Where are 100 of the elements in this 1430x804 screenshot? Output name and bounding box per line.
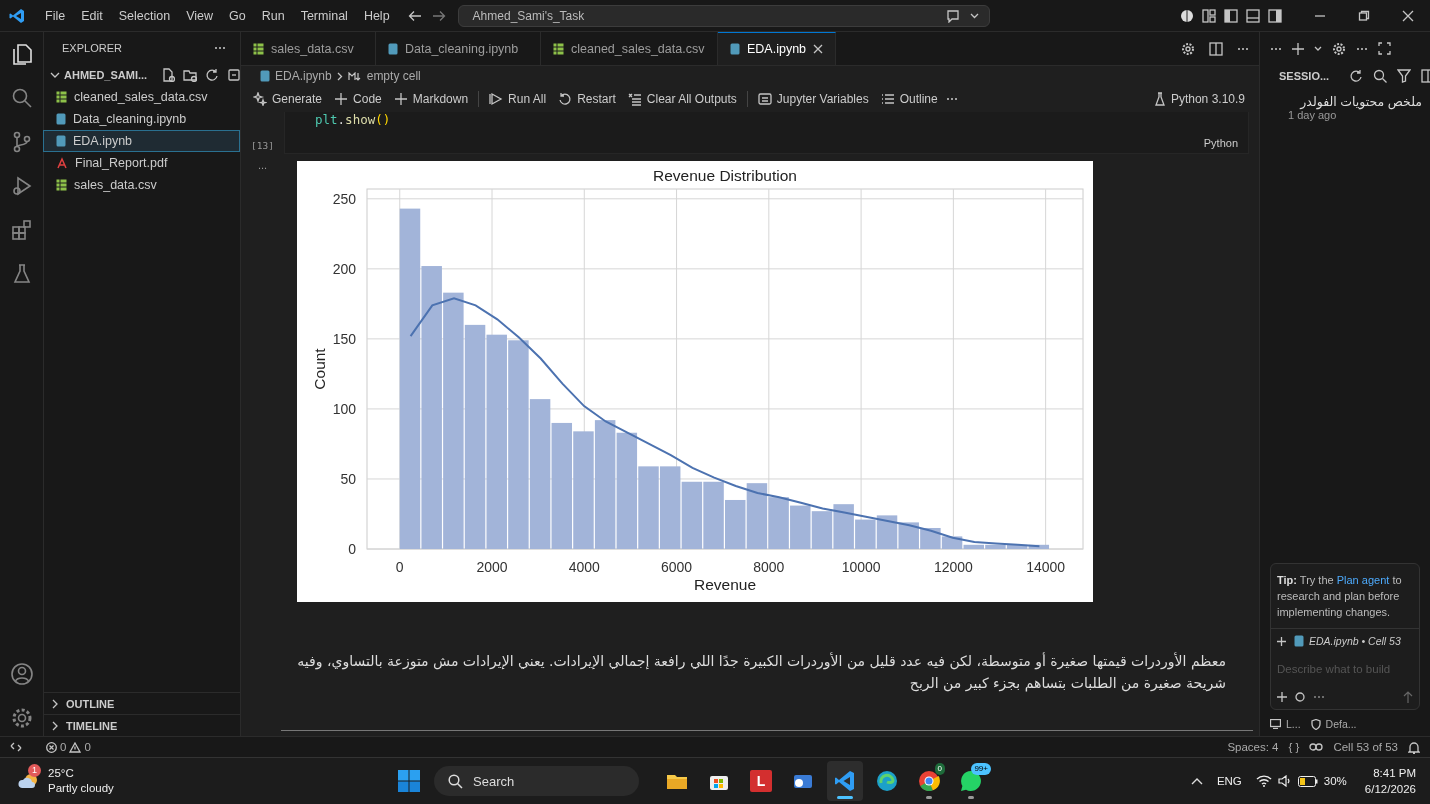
more-actions-icon[interactable] bbox=[1270, 46, 1282, 51]
toolbar-button[interactable]: Clear All Outputs bbox=[623, 90, 741, 108]
x-tick-label: 12000 bbox=[933, 559, 973, 575]
permissions-button[interactable]: Defa... bbox=[1310, 718, 1357, 730]
explorer-entry[interactable]: EDA.ipynb bbox=[43, 130, 240, 152]
settings-icon[interactable] bbox=[1332, 41, 1346, 56]
taskbar-app[interactable] bbox=[827, 761, 863, 801]
explorer-entry[interactable]: sales_data.csv bbox=[43, 174, 240, 196]
histogram-bar bbox=[725, 499, 746, 549]
y-axis-label: Count bbox=[311, 348, 328, 390]
menu-item[interactable]: View bbox=[178, 4, 221, 27]
problems-button[interactable]: 0 0 bbox=[32, 741, 91, 753]
chevron-down-icon[interactable] bbox=[1314, 46, 1322, 51]
context-chip[interactable]: EDA.ipynb • Cell 53 bbox=[1294, 635, 1401, 647]
more-actions-icon[interactable] bbox=[214, 46, 226, 50]
toolbar-button[interactable]: Run All bbox=[485, 90, 551, 108]
plus-icon[interactable] bbox=[1277, 692, 1287, 702]
toolbar-button[interactable]: Generate bbox=[249, 90, 327, 108]
menu-item[interactable]: Run bbox=[253, 4, 293, 27]
maximize-icon[interactable] bbox=[1378, 42, 1391, 55]
taskbar-app[interactable]: L bbox=[743, 761, 779, 801]
chevron-right-icon bbox=[336, 71, 343, 81]
wifi-icon bbox=[1255, 775, 1272, 787]
weather-widget[interactable]: 1 25°C Partly cloudy bbox=[0, 766, 398, 796]
taskbar-app[interactable]: 0 bbox=[911, 761, 947, 801]
menu-item[interactable]: Selection bbox=[110, 4, 179, 27]
more-actions-icon[interactable] bbox=[1313, 695, 1325, 699]
status-item[interactable]: { } bbox=[1288, 741, 1300, 753]
x-tick-label: 6000 bbox=[661, 559, 693, 575]
target-button[interactable]: L... bbox=[1270, 718, 1301, 730]
collapse-icon[interactable] bbox=[227, 68, 242, 82]
kernel-button[interactable]: Python 3.10.9 bbox=[1149, 90, 1249, 108]
back-arrow-icon[interactable] bbox=[407, 9, 422, 22]
menu-item[interactable]: Terminal bbox=[292, 4, 356, 27]
refresh-icon[interactable] bbox=[1349, 69, 1364, 83]
taskbar-search-field[interactable]: Search bbox=[434, 766, 639, 796]
breadcrumb-item[interactable]: EDA.ipynb bbox=[275, 69, 332, 83]
menu-item[interactable]: Help bbox=[355, 4, 398, 27]
bottom-panel-icon[interactable] bbox=[1246, 8, 1260, 23]
plus-icon[interactable] bbox=[1292, 42, 1304, 55]
remote-icon[interactable] bbox=[10, 741, 22, 753]
forward-arrow-icon[interactable] bbox=[431, 9, 446, 22]
toolbar-button[interactable]: Jupyter Variables bbox=[753, 90, 873, 108]
histogram-bar bbox=[768, 497, 789, 549]
menu-item[interactable]: File bbox=[37, 4, 74, 27]
refresh-icon[interactable] bbox=[205, 68, 220, 82]
notebook-icon bbox=[260, 70, 270, 82]
toolbar-button[interactable]: Markdown bbox=[389, 90, 473, 108]
explorer-entry[interactable]: cleaned_sales_data.csv bbox=[43, 86, 240, 108]
folder-header[interactable]: AHMED_SAMI... bbox=[44, 64, 240, 86]
close-icon[interactable] bbox=[813, 44, 824, 54]
right-panel-icon[interactable] bbox=[1268, 8, 1282, 23]
bell-icon[interactable] bbox=[1408, 740, 1420, 754]
status-item[interactable]: Cell 53 of 53 bbox=[1333, 741, 1398, 753]
breadcrumb-item[interactable]: empty cell bbox=[366, 69, 421, 83]
clock[interactable]: 8:41 PM 6/12/2026 bbox=[1364, 765, 1416, 797]
plus-icon bbox=[334, 92, 349, 106]
extensions-icon[interactable] bbox=[9, 218, 34, 242]
toolbar-button[interactable]: Outline bbox=[876, 90, 942, 108]
toolbar-button[interactable]: Code bbox=[330, 90, 386, 108]
x-tick-label: 10000 bbox=[841, 559, 881, 575]
pdf-icon bbox=[56, 157, 68, 169]
settings-icon[interactable] bbox=[1181, 41, 1195, 56]
plan-agent-link[interactable]: Plan agent bbox=[1336, 574, 1390, 586]
account-icon[interactable] bbox=[9, 662, 34, 686]
error-icon bbox=[46, 741, 57, 753]
menu-item[interactable]: Edit bbox=[73, 4, 111, 27]
command-center-field[interactable]: Ahmed_Sami's_Task bbox=[457, 4, 990, 27]
output-menu-marker[interactable]: ... bbox=[257, 161, 268, 602]
explorer-entry[interactable]: Final_Report.pdf bbox=[43, 152, 240, 174]
close-icon[interactable] bbox=[1402, 9, 1414, 22]
layout-icon[interactable] bbox=[1202, 8, 1216, 23]
more-actions-icon[interactable] bbox=[945, 97, 958, 101]
more-actions-icon[interactable] bbox=[1237, 46, 1249, 51]
more-actions-icon[interactable] bbox=[1356, 46, 1368, 51]
new-folder-icon[interactable] bbox=[183, 68, 198, 82]
chevron-up-icon[interactable] bbox=[1190, 777, 1203, 785]
section-header[interactable]: OUTLINE bbox=[44, 692, 240, 714]
left-panel-icon[interactable] bbox=[1224, 8, 1238, 23]
filter-icon[interactable] bbox=[1397, 69, 1412, 83]
toolbar-button[interactable]: Restart bbox=[554, 90, 620, 108]
copilot-icon[interactable] bbox=[1309, 741, 1324, 753]
restore-icon[interactable] bbox=[1358, 9, 1370, 22]
split-editor-icon[interactable] bbox=[1209, 41, 1223, 56]
status-item[interactable]: Spaces: 4 bbox=[1227, 741, 1279, 753]
system-tray-button[interactable]: 30% bbox=[1255, 775, 1347, 787]
search-icon[interactable] bbox=[1373, 69, 1388, 83]
editor-tab[interactable]: EDA.ipynb bbox=[718, 32, 837, 65]
notebook-icon bbox=[388, 42, 398, 55]
language-label[interactable]: Python bbox=[1203, 137, 1238, 149]
copilot-circle-icon[interactable] bbox=[1180, 8, 1194, 23]
menu-item[interactable]: Go bbox=[221, 4, 254, 27]
explorer-entry[interactable]: Data_cleaning.ipynb bbox=[43, 108, 240, 130]
input-language[interactable]: ENG bbox=[1216, 775, 1242, 787]
sessions-title: SESSIO... bbox=[1279, 70, 1330, 82]
new-file-icon[interactable] bbox=[161, 68, 176, 82]
send-arrow-icon[interactable] bbox=[1403, 691, 1413, 703]
windows-start-icon[interactable] bbox=[398, 770, 420, 792]
taskbar-app[interactable]: 99+ bbox=[953, 761, 989, 801]
plus-icon[interactable] bbox=[1277, 636, 1286, 646]
